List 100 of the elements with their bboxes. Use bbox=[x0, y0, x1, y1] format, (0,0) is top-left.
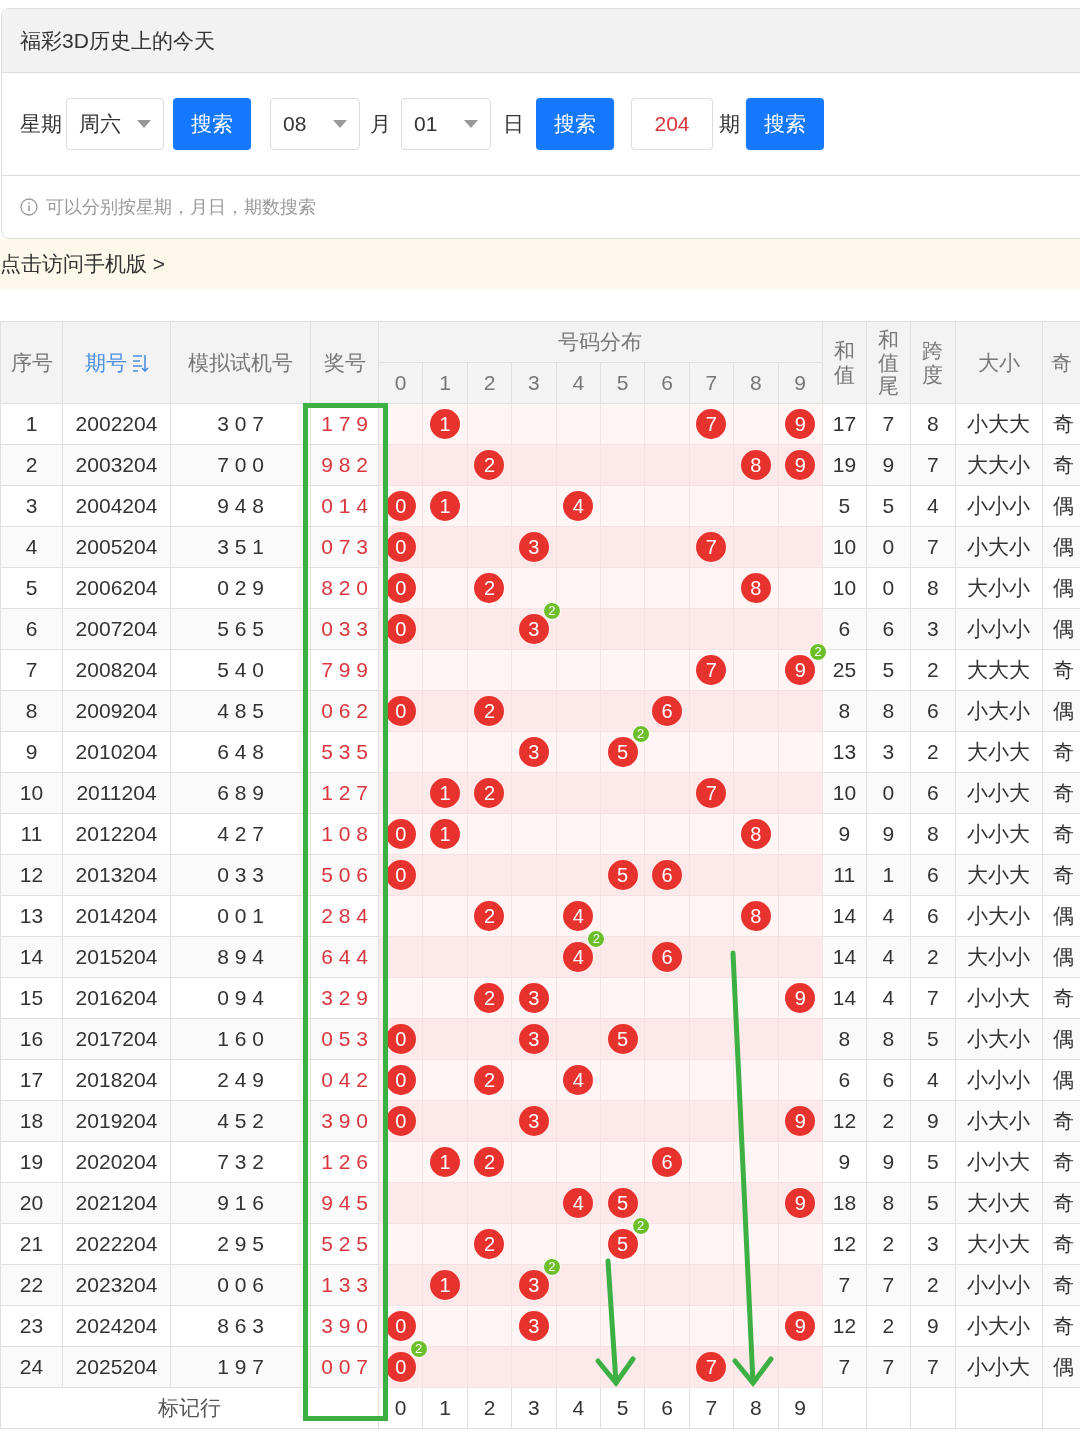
table-cell: 奇 bbox=[1052, 1191, 1074, 1215]
table-cell: 0 bbox=[882, 781, 895, 805]
table-cell: 小大小 bbox=[967, 1109, 1031, 1133]
mobile-link[interactable]: 点击访问手机版 > bbox=[0, 248, 166, 280]
day-label: 日 bbox=[503, 111, 524, 138]
table-cell: 12 bbox=[832, 1314, 857, 1338]
marker-digit[interactable]: 3 bbox=[528, 1396, 540, 1420]
prize-number: 0 6 2 bbox=[321, 699, 368, 723]
marker-digit[interactable]: 9 bbox=[794, 1396, 807, 1420]
table-cell: 小大小 bbox=[967, 1027, 1031, 1051]
table-cell: 4 bbox=[882, 945, 895, 969]
table-cell: 奇 bbox=[1052, 1273, 1074, 1297]
search-button[interactable]: 搜索 bbox=[173, 98, 251, 150]
table-cell: 12 bbox=[832, 1109, 857, 1133]
column-header: 模拟试机号 bbox=[188, 349, 293, 376]
table-cell: 偶 bbox=[1052, 904, 1074, 928]
table-cell: 20 bbox=[19, 1191, 44, 1215]
table-cell: 10 bbox=[832, 781, 857, 805]
search-button[interactable]: 搜索 bbox=[536, 98, 614, 150]
digit-header: 9 bbox=[794, 371, 807, 395]
table-cell: 大大大 bbox=[967, 658, 1031, 682]
table-cell: 13 bbox=[832, 740, 857, 764]
table-cell: 小大小 bbox=[967, 1314, 1031, 1338]
table-cell: 14 bbox=[832, 904, 857, 928]
table-cell: 小小小 bbox=[967, 494, 1031, 518]
table-cell: 0 3 3 bbox=[217, 863, 264, 887]
table-cell: 2023204 bbox=[75, 1273, 158, 1297]
weekday-select[interactable]: 周六 bbox=[66, 98, 164, 150]
table-cell: 6 bbox=[882, 1068, 895, 1092]
weekday-label: 星期 bbox=[20, 111, 62, 138]
table-cell: 2 bbox=[927, 1273, 939, 1297]
table-cell: 4 2 7 bbox=[217, 822, 264, 846]
marker-digit[interactable]: 2 bbox=[483, 1396, 496, 1420]
table-cell: 2015204 bbox=[75, 945, 158, 969]
table-cell: 8 bbox=[927, 576, 939, 600]
table-cell: 15 bbox=[19, 986, 44, 1010]
marker-digit[interactable]: 8 bbox=[749, 1396, 762, 1420]
marker-digit[interactable]: 6 bbox=[661, 1396, 673, 1420]
table-cell: 8 bbox=[882, 1027, 895, 1051]
search-button[interactable]: 搜索 bbox=[746, 98, 824, 150]
table-cell: 2009204 bbox=[75, 699, 158, 723]
table-cell: 2 4 9 bbox=[217, 1068, 264, 1092]
table-cell: 14 bbox=[832, 986, 857, 1010]
table-cell: 小大小 bbox=[967, 535, 1031, 559]
table-cell: 2019204 bbox=[75, 1109, 158, 1133]
prize-number: 5 0 6 bbox=[321, 863, 368, 887]
table-cell: 奇 bbox=[1052, 740, 1074, 764]
marker-digit[interactable]: 5 bbox=[616, 1396, 629, 1420]
table-cell: 小小大 bbox=[967, 822, 1031, 846]
table-cell: 6 4 8 bbox=[217, 740, 264, 764]
table-cell: 标记行 bbox=[158, 1396, 221, 1420]
marker-digit[interactable]: 0 bbox=[394, 1396, 407, 1420]
table-cell: 2021204 bbox=[75, 1191, 158, 1215]
issue-label: 期 bbox=[719, 111, 740, 138]
table-cell: 偶 bbox=[1052, 535, 1074, 559]
digit-header: 0 bbox=[394, 371, 407, 395]
table-cell: 2003204 bbox=[75, 453, 158, 477]
prize-number: 0 3 3 bbox=[321, 617, 368, 641]
table-cell: 11 bbox=[833, 863, 856, 887]
prize-number: 3 9 0 bbox=[321, 1109, 368, 1133]
table-cell: 16 bbox=[19, 1027, 44, 1051]
prize-number: 0 7 3 bbox=[321, 535, 368, 559]
month-select[interactable]: 08 bbox=[270, 98, 360, 150]
table-cell: 8 bbox=[838, 699, 851, 723]
sort-icon[interactable] bbox=[130, 352, 149, 373]
prize-number: 1 0 8 bbox=[321, 822, 368, 846]
table-cell: 11 bbox=[20, 822, 43, 846]
column-header: 和值尾 bbox=[877, 327, 899, 398]
table-cell: 小大小 bbox=[967, 904, 1031, 928]
prize-number: 8 2 0 bbox=[321, 576, 368, 600]
table-cell: 小大小 bbox=[967, 699, 1031, 723]
table-cell: 24 bbox=[19, 1355, 44, 1379]
table-cell: 偶 bbox=[1052, 1027, 1074, 1051]
table-cell: 2 bbox=[927, 945, 939, 969]
issue-field[interactable]: 204 bbox=[631, 98, 713, 150]
table-cell: 偶 bbox=[1052, 1068, 1074, 1092]
table-cell: 7 bbox=[882, 1355, 895, 1379]
table-cell: 8 bbox=[927, 822, 939, 846]
table-cell: 2012204 bbox=[75, 822, 158, 846]
table-cell: 大小大 bbox=[967, 863, 1031, 887]
table-cell: 奇 bbox=[1052, 412, 1074, 436]
table-cell: 10 bbox=[832, 576, 857, 600]
marker-digit[interactable]: 1 bbox=[439, 1396, 451, 1420]
table-cell: 小小大 bbox=[967, 1355, 1031, 1379]
table-cell: 7 0 0 bbox=[217, 453, 264, 477]
table-cell: 22 bbox=[19, 1273, 44, 1297]
table-cell: 偶 bbox=[1052, 945, 1074, 969]
table-cell: 2 bbox=[882, 1232, 895, 1256]
table-cell: 1 bbox=[25, 412, 38, 436]
prize-number: 3 2 9 bbox=[321, 986, 368, 1010]
table-cell: 2005204 bbox=[75, 535, 158, 559]
marker-digit[interactable]: 4 bbox=[572, 1396, 585, 1420]
table-cell: 12 bbox=[19, 863, 44, 887]
table-cell: 8 9 4 bbox=[217, 945, 264, 969]
table-cell: 19 bbox=[19, 1150, 44, 1174]
table-cell: 5 bbox=[882, 494, 895, 518]
table-cell: 奇 bbox=[1052, 1314, 1074, 1338]
marker-digit[interactable]: 7 bbox=[705, 1396, 718, 1420]
day-select[interactable]: 01 bbox=[401, 98, 491, 150]
prize-number: 3 9 0 bbox=[321, 1314, 368, 1338]
